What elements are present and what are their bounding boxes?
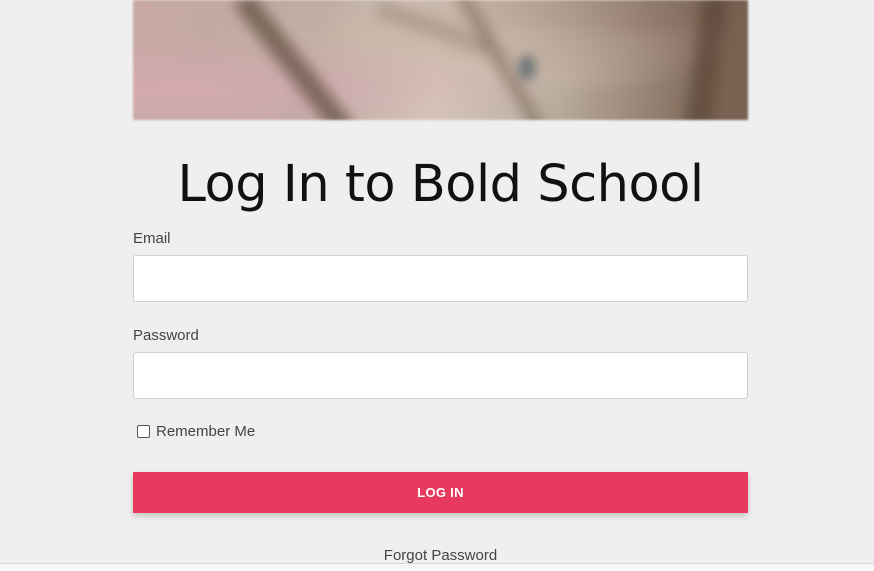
- hero-image-detail: [448, 0, 552, 120]
- hero-image: [133, 0, 748, 120]
- remember-me[interactable]: Remember Me: [137, 423, 255, 440]
- email-label: Email: [133, 230, 171, 247]
- email-field[interactable]: [133, 255, 748, 302]
- login-button[interactable]: LOG IN: [133, 472, 748, 513]
- password-field[interactable]: [133, 352, 748, 399]
- remember-me-checkbox[interactable]: [137, 425, 150, 438]
- hero-image-detail: [233, 0, 355, 120]
- forgot-password-link[interactable]: Forgot Password: [133, 547, 748, 564]
- hero-image-detail: [682, 0, 730, 120]
- password-label: Password: [133, 327, 199, 344]
- hero-image-detail: [518, 55, 536, 81]
- page-title: Log In to Bold School: [177, 155, 704, 214]
- remember-me-label[interactable]: Remember Me: [156, 423, 255, 440]
